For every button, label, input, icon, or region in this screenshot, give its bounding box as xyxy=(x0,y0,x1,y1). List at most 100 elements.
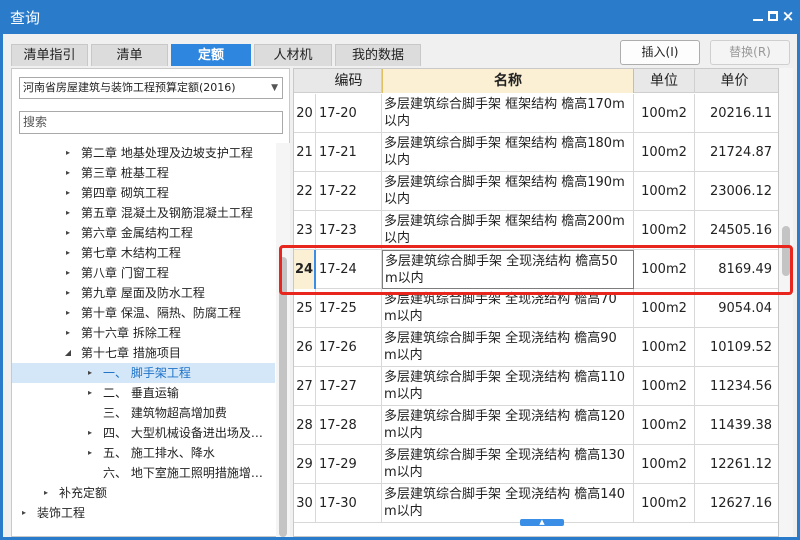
name-header[interactable]: 名称 xyxy=(382,69,634,93)
tree-expand-icon[interactable]: ▸ xyxy=(63,183,73,203)
quota-name[interactable]: 多层建筑综合脚手架 全现浇结构 檐高140m以内 xyxy=(382,484,634,523)
row-index[interactable]: 28 xyxy=(294,406,316,445)
quota-name[interactable]: 多层建筑综合脚手架 框架结构 檐高180m以内 xyxy=(382,133,634,172)
tree-expand-icon[interactable]: ▸ xyxy=(63,203,73,223)
quota-price[interactable]: 24505.16 xyxy=(695,211,774,250)
search-input[interactable]: 搜索 xyxy=(19,111,283,134)
quota-name[interactable]: 多层建筑综合脚手架 框架结构 檐高190m以内 xyxy=(382,172,634,211)
tree-scrollbar[interactable] xyxy=(276,143,290,537)
insert-button[interactable]: 插入(I) xyxy=(620,40,700,65)
tree-node[interactable]: ▸ 第八章 门窗工程 xyxy=(12,263,275,283)
tree-scrollbar-thumb[interactable] xyxy=(279,257,287,537)
quota-name[interactable]: 多层建筑综合脚手架 全现浇结构 檐高120m以内 xyxy=(382,406,634,445)
quota-name[interactable]: 多层建筑综合脚手架 框架结构 檐高200m以内 xyxy=(382,211,634,250)
table-row[interactable]: 29 17-29 多层建筑综合脚手架 全现浇结构 檐高130m以内 100m2 1226… xyxy=(294,445,778,484)
quota-price[interactable]: 11439.38 xyxy=(695,406,774,445)
price-header[interactable]: 单价 xyxy=(695,69,774,93)
quota-code[interactable]: 17-24 xyxy=(316,250,382,289)
table-row[interactable]: 26 17-26 多层建筑综合脚手架 全现浇结构 檐高90m以内 100m2 10109… xyxy=(294,328,778,367)
tree-expand-icon[interactable]: ▸ xyxy=(85,383,95,403)
table-row[interactable]: 21 17-21 多层建筑综合脚手架 框架结构 檐高180m以内 100m2 21724… xyxy=(294,133,778,172)
tree-node[interactable]: ▸ 五、 施工排水、降水 xyxy=(12,443,275,463)
collapse-handle-icon[interactable]: ▲ xyxy=(520,519,564,526)
replace-button[interactable]: 替换(R) xyxy=(710,40,790,65)
table-scrollbar-thumb[interactable] xyxy=(782,226,790,276)
row-index-header[interactable] xyxy=(294,69,316,93)
table-scrollbar[interactable] xyxy=(779,68,793,537)
quota-code[interactable]: 17-23 xyxy=(316,211,382,250)
close-icon[interactable]: × xyxy=(781,9,795,24)
tree-expand-icon[interactable]: ▸ xyxy=(63,223,73,243)
tree-node[interactable]: ▸ 装饰工程 xyxy=(12,503,275,523)
quota-unit[interactable]: 100m2 xyxy=(634,94,695,133)
row-index[interactable]: 29 xyxy=(294,445,316,484)
tab-2[interactable]: 清单 xyxy=(91,44,168,66)
tree-node[interactable]: ▸ 第六章 金属结构工程 xyxy=(12,223,275,243)
row-index[interactable]: 21 xyxy=(294,133,316,172)
tree-node[interactable]: ◢ 第十七章 措施项目 xyxy=(12,343,275,363)
quota-price[interactable]: 11234.56 xyxy=(695,367,774,406)
quota-price[interactable]: 8169.49 xyxy=(695,250,774,289)
tab-1[interactable]: 清单指引 xyxy=(11,44,88,66)
tree-node[interactable]: ▸ 第五章 混凝土及钢筋混凝土工程 xyxy=(12,203,275,223)
quota-price[interactable]: 20216.11 xyxy=(695,94,774,133)
quota-unit[interactable]: 100m2 xyxy=(634,172,695,211)
quota-unit[interactable]: 100m2 xyxy=(634,250,695,289)
quota-code[interactable]: 17-27 xyxy=(316,367,382,406)
row-index[interactable]: 23 xyxy=(294,211,316,250)
quota-library-select[interactable]: 河南省房屋建筑与装饰工程预算定额(2016) ▼ xyxy=(19,77,283,99)
row-index[interactable]: 27 xyxy=(294,367,316,406)
quota-code[interactable]: 17-25 xyxy=(316,289,382,328)
row-index[interactable]: 30 xyxy=(294,484,316,523)
tree-node[interactable]: ▸ 第四章 砌筑工程 xyxy=(12,183,275,203)
tree-node[interactable]: ▸ 二、 垂直运输 xyxy=(12,383,275,403)
tree-expand-icon[interactable]: ▸ xyxy=(63,263,73,283)
tree-node[interactable]: ▸ 一、 脚手架工程 xyxy=(12,363,275,383)
title-bar[interactable]: 查询 × xyxy=(0,0,800,34)
table-row[interactable]: 24 17-24 多层建筑综合脚手架 全现浇结构 檐高50m以内 100m2 8169.… xyxy=(294,250,778,289)
row-index[interactable]: 25 xyxy=(294,289,316,328)
tab-3[interactable]: 定额 xyxy=(171,44,251,66)
quota-code[interactable]: 17-21 xyxy=(316,133,382,172)
table-row[interactable]: 28 17-28 多层建筑综合脚手架 全现浇结构 檐高120m以内 100m2 1143… xyxy=(294,406,778,445)
quota-name[interactable]: 多层建筑综合脚手架 框架结构 檐高170m以内 xyxy=(382,94,634,133)
tree-node[interactable]: ▸ 第三章 桩基工程 xyxy=(12,163,275,183)
quota-name[interactable]: 多层建筑综合脚手架 全现浇结构 檐高50m以内 xyxy=(382,250,634,289)
maximize-icon[interactable] xyxy=(766,9,780,23)
tree-node[interactable]: ▸ 第七章 木结构工程 xyxy=(12,243,275,263)
code-header[interactable]: 编码 xyxy=(316,69,382,93)
quota-code[interactable]: 17-30 xyxy=(316,484,382,523)
tab-5[interactable]: 我的数据 xyxy=(335,44,421,66)
quota-name[interactable]: 多层建筑综合脚手架 全现浇结构 檐高70m以内 xyxy=(382,289,634,328)
tree-node[interactable]: ▸ 第十六章 拆除工程 xyxy=(12,323,275,343)
quota-code[interactable]: 17-29 xyxy=(316,445,382,484)
table-row[interactable]: 25 17-25 多层建筑综合脚手架 全现浇结构 檐高70m以内 100m2 9054.… xyxy=(294,289,778,328)
tree-expand-icon[interactable]: ▸ xyxy=(63,283,73,303)
quota-unit[interactable]: 100m2 xyxy=(634,367,695,406)
table-row[interactable]: 20 17-20 多层建筑综合脚手架 框架结构 檐高170m以内 100m2 20216… xyxy=(294,94,778,133)
quota-price[interactable]: 12627.16 xyxy=(695,484,774,523)
tree-node[interactable]: ▸ 四、 大型机械设备进出场及… xyxy=(12,423,275,443)
tree-expand-icon[interactable]: ▸ xyxy=(63,163,73,183)
row-index[interactable]: 22 xyxy=(294,172,316,211)
quota-code[interactable]: 17-26 xyxy=(316,328,382,367)
quota-unit[interactable]: 100m2 xyxy=(634,289,695,328)
table-row[interactable]: 23 17-23 多层建筑综合脚手架 框架结构 檐高200m以内 100m2 24505… xyxy=(294,211,778,250)
quota-unit[interactable]: 100m2 xyxy=(634,328,695,367)
quota-name[interactable]: 多层建筑综合脚手架 全现浇结构 檐高90m以内 xyxy=(382,328,634,367)
quota-name[interactable]: 多层建筑综合脚手架 全现浇结构 檐高130m以内 xyxy=(382,445,634,484)
tree-expand-icon[interactable]: ▸ xyxy=(85,363,95,383)
tree-expand-icon[interactable]: ▸ xyxy=(41,483,51,503)
tree-node[interactable]: 六、 地下室施工照明措施增… xyxy=(12,463,275,483)
quota-code[interactable]: 17-28 xyxy=(316,406,382,445)
quota-name[interactable]: 多层建筑综合脚手架 全现浇结构 檐高110m以内 xyxy=(382,367,634,406)
tree-expand-icon[interactable]: ▸ xyxy=(85,443,95,463)
tree-expand-icon[interactable]: ◢ xyxy=(63,343,73,363)
tree-node[interactable]: ▸ 第九章 屋面及防水工程 xyxy=(12,283,275,303)
tree-expand-icon[interactable]: ▸ xyxy=(19,503,29,523)
quota-unit[interactable]: 100m2 xyxy=(634,484,695,523)
quota-unit[interactable]: 100m2 xyxy=(634,406,695,445)
quota-price[interactable]: 10109.52 xyxy=(695,328,774,367)
quota-price[interactable]: 21724.87 xyxy=(695,133,774,172)
tree-expand-icon[interactable]: ▸ xyxy=(63,303,73,323)
